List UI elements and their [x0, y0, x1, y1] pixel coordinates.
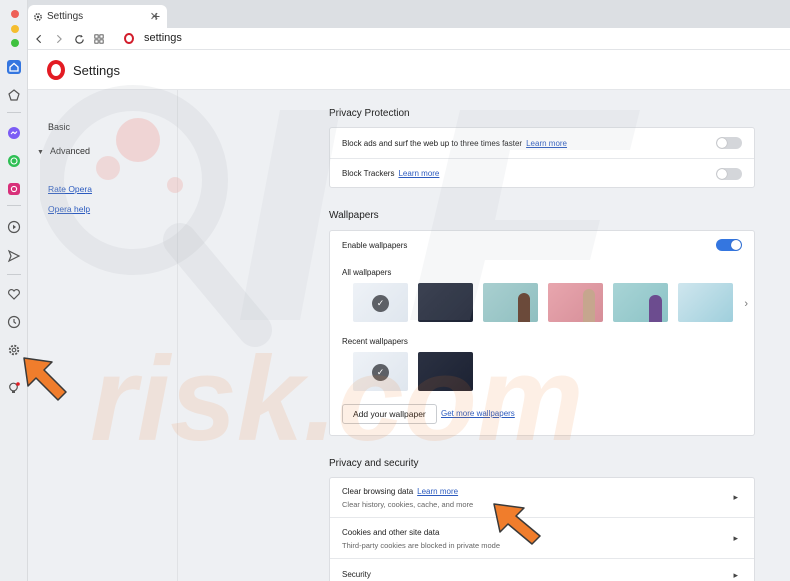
url-field[interactable]: settings [144, 32, 182, 44]
get-more-wallpapers-link[interactable]: Get more wallpapers [441, 409, 515, 418]
security-row[interactable]: Security ▸ [330, 559, 754, 581]
opera-logo-icon [124, 33, 134, 44]
section-title-privacy-security: Privacy and security [329, 458, 419, 469]
nav-item-label: Advanced [49, 146, 90, 156]
block-trackers-label: Block Trackers Learn more [342, 169, 439, 178]
back-icon[interactable] [31, 31, 47, 47]
tab-strip: Settings ✕ + [28, 0, 790, 28]
arrow-annotation [23, 357, 67, 401]
security-label: Security [342, 570, 371, 579]
player-icon[interactable] [7, 220, 21, 234]
block-ads-label: Block ads and surf the web up to three t… [342, 139, 567, 148]
sidebar-divider [7, 205, 21, 206]
privacy-protection-card: Block ads and surf the web up to three t… [329, 127, 755, 188]
chevron-right-icon: ▸ [733, 533, 738, 543]
caret-down-icon: ▼ [37, 149, 44, 156]
pinboard-icon[interactable] [7, 88, 21, 102]
section-title-privacy-protection: Privacy Protection [329, 108, 410, 119]
close-window-button[interactable] [11, 10, 19, 18]
enable-wallpapers-toggle[interactable] [716, 239, 742, 251]
nav-item-basic[interactable]: Basic [48, 122, 70, 132]
wallpapers-card: Enable wallpapers All wallpapers ✓ › Rec… [329, 230, 755, 436]
cookies-description: Third-party cookies are blocked in priva… [342, 541, 500, 550]
tab-settings[interactable]: Settings ✕ [28, 5, 167, 28]
learn-more-link[interactable]: Learn more [526, 139, 567, 148]
instagram-icon[interactable] [7, 182, 21, 196]
clear-browsing-label: Clear browsing data Learn more [342, 487, 458, 496]
whatsapp-icon[interactable] [7, 154, 21, 168]
address-bar: settings [28, 28, 790, 50]
tiles-icon[interactable] [91, 31, 107, 47]
wallpaper-thumbnail[interactable]: ✓ [353, 352, 408, 391]
recent-wallpapers-label: Recent wallpapers [342, 337, 408, 346]
section-title-wallpapers: Wallpapers [329, 210, 379, 221]
send-icon[interactable] [7, 249, 21, 263]
clear-browsing-description: Clear history, cookies, cache, and more [342, 500, 474, 509]
heart-icon[interactable] [7, 287, 21, 301]
chevron-right-icon[interactable]: › [744, 298, 748, 310]
wallpaper-thumbnail[interactable] [483, 283, 538, 322]
sidebar-divider [7, 274, 21, 275]
forward-icon[interactable] [51, 31, 67, 47]
wallpaper-thumbnail[interactable] [548, 283, 603, 322]
arrow-annotation [493, 503, 541, 545]
settings-gear-icon[interactable] [7, 343, 21, 357]
checkmark-icon: ✓ [372, 295, 389, 312]
wallpaper-thumbnail[interactable] [418, 352, 473, 391]
messenger-icon[interactable] [7, 126, 21, 140]
wallpaper-thumbnail[interactable] [678, 283, 733, 322]
chevron-right-icon: ▸ [733, 492, 738, 502]
settings-nav: Basic ▼ Advanced Rate Opera Opera help [28, 90, 178, 581]
wallpaper-thumbnail[interactable] [613, 283, 668, 322]
zoom-window-button[interactable] [11, 39, 19, 47]
settings-gear-icon [34, 12, 42, 21]
wallpaper-thumbnail[interactable] [418, 283, 473, 322]
block-trackers-toggle[interactable] [716, 168, 742, 180]
opera-logo-icon [47, 60, 65, 80]
nav-item-advanced[interactable]: ▼ Advanced [37, 146, 90, 156]
block-ads-text: Block ads and surf the web up to three t… [342, 139, 523, 148]
wallpaper-thumbnail[interactable]: ✓ [353, 283, 408, 322]
page-title: Settings [73, 63, 120, 78]
opera-help-link[interactable]: Opera help [48, 204, 90, 214]
block-ads-row: Block ads and surf the web up to three t… [330, 128, 754, 159]
checkmark-icon: ✓ [372, 364, 389, 381]
enable-wallpapers-label: Enable wallpapers [342, 241, 408, 250]
all-wallpapers-label: All wallpapers [342, 268, 392, 277]
settings-content: Privacy Protection Block ads and surf th… [178, 90, 790, 581]
block-ads-toggle[interactable] [716, 137, 742, 149]
new-tab-button[interactable]: + [152, 8, 160, 24]
cookies-label: Cookies and other site data [342, 528, 440, 537]
chevron-right-icon: ▸ [733, 570, 738, 580]
rate-opera-link[interactable]: Rate Opera [48, 184, 92, 194]
block-trackers-text: Block Trackers [342, 169, 395, 178]
reload-icon[interactable] [71, 31, 87, 47]
tab-title: Settings [47, 11, 84, 22]
opera-sidebar [0, 0, 28, 581]
home-icon[interactable] [7, 60, 21, 74]
history-icon[interactable] [7, 315, 21, 329]
add-wallpaper-button[interactable]: Add your wallpaper [342, 404, 437, 424]
lightbulb-icon[interactable] [7, 381, 21, 395]
block-trackers-row: Block Trackers Learn more [330, 159, 754, 188]
clear-browsing-text: Clear browsing data [342, 487, 414, 496]
learn-more-link[interactable]: Learn more [398, 169, 439, 178]
learn-more-link[interactable]: Learn more [417, 487, 458, 496]
settings-header: Settings [28, 50, 790, 90]
sidebar-divider [7, 112, 21, 113]
minimize-window-button[interactable] [11, 25, 19, 33]
